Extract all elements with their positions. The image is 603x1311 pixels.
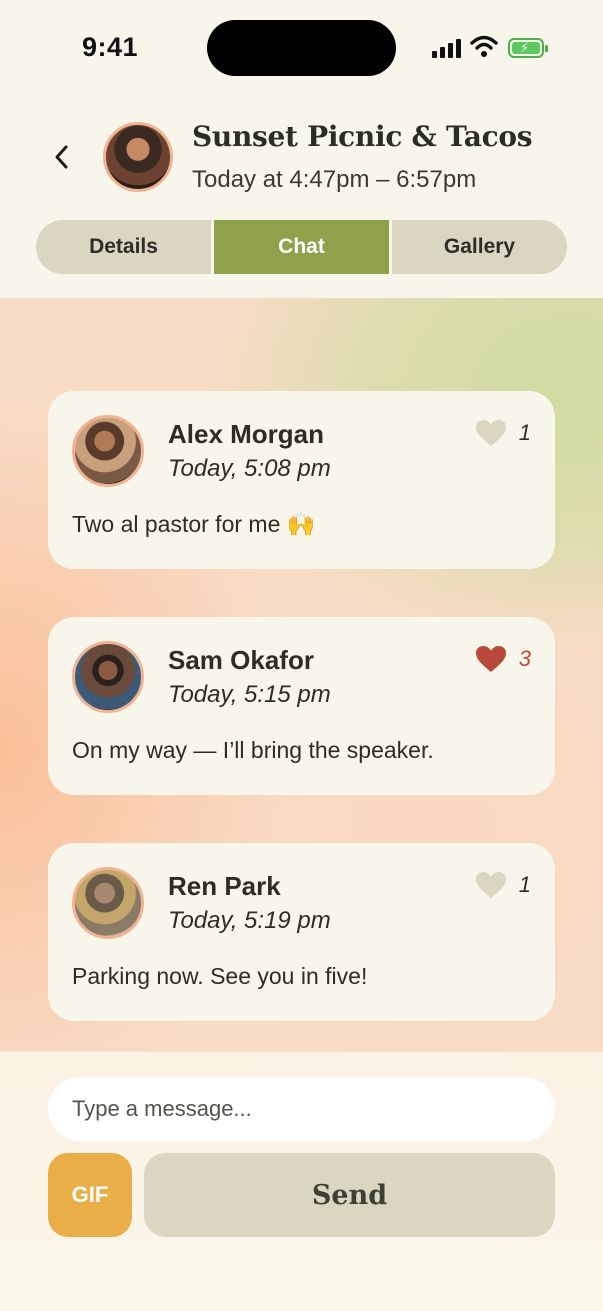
wifi-icon xyxy=(470,35,498,57)
send-button[interactable]: Send xyxy=(144,1153,555,1237)
heart-icon xyxy=(475,420,506,446)
message-timestamp: Today, 5:08 pm xyxy=(168,455,331,482)
status-bar: 9:41 ⚡ xyxy=(0,0,603,96)
like-count: 3 xyxy=(518,646,531,671)
event-time-range: Today at 4:47pm – 6:57pm xyxy=(192,166,477,193)
like-button[interactable]: 1 xyxy=(475,871,531,899)
message-text: Two al pastor for me 🙌 xyxy=(72,511,316,537)
message-timestamp: Today, 5:15 pm xyxy=(168,681,331,708)
message-card: Ren Park Today, 5:19 pm 1 Parking now. S… xyxy=(48,843,555,1021)
tab-details[interactable]: Details xyxy=(36,220,211,274)
sender-name: Ren Park xyxy=(168,871,281,901)
cellular-signal-icon xyxy=(432,38,462,58)
battery-charging-icon: ⚡ xyxy=(508,38,548,58)
avatar[interactable] xyxy=(72,415,144,487)
gif-button[interactable]: GIF xyxy=(48,1153,132,1237)
message-input[interactable] xyxy=(48,1077,555,1141)
message-text: On my way — I’ll bring the speaker. xyxy=(72,737,434,763)
event-avatar[interactable] xyxy=(103,122,173,192)
message-card: Alex Morgan Today, 5:08 pm 1 Two al past… xyxy=(48,391,555,569)
sender-name: Sam Okafor xyxy=(168,645,314,675)
status-time: 9:41 xyxy=(82,32,139,62)
message-composer: GIF Send xyxy=(0,1051,603,1311)
chevron-left-icon xyxy=(55,145,68,169)
like-count: 1 xyxy=(518,420,531,445)
message-timestamp: Today, 5:19 pm xyxy=(168,907,331,934)
message-card: Sam Okafor Today, 5:15 pm 3 On my way — … xyxy=(48,617,555,795)
like-count: 1 xyxy=(518,872,531,897)
event-title: Sunset Picnic & Tacos xyxy=(192,120,533,153)
heart-icon xyxy=(475,646,506,672)
chat-area[interactable]: Alex Morgan Today, 5:08 pm 1 Two al past… xyxy=(0,298,603,1051)
tab-gallery[interactable]: Gallery xyxy=(392,220,567,274)
like-button[interactable]: 3 xyxy=(475,645,531,673)
sender-name: Alex Morgan xyxy=(168,419,325,449)
tab-bar: Details Chat Gallery xyxy=(36,220,567,274)
back-button[interactable] xyxy=(46,140,76,174)
tab-chat[interactable]: Chat xyxy=(214,220,389,274)
avatar[interactable] xyxy=(72,641,144,713)
heart-icon xyxy=(475,872,506,898)
dynamic-island xyxy=(207,20,396,76)
like-button[interactable]: 1 xyxy=(475,419,531,447)
avatar[interactable] xyxy=(72,867,144,939)
message-text: Parking now. See you in five! xyxy=(72,963,368,989)
event-header: Sunset Picnic & Tacos Today at 4:47pm – … xyxy=(0,96,603,296)
